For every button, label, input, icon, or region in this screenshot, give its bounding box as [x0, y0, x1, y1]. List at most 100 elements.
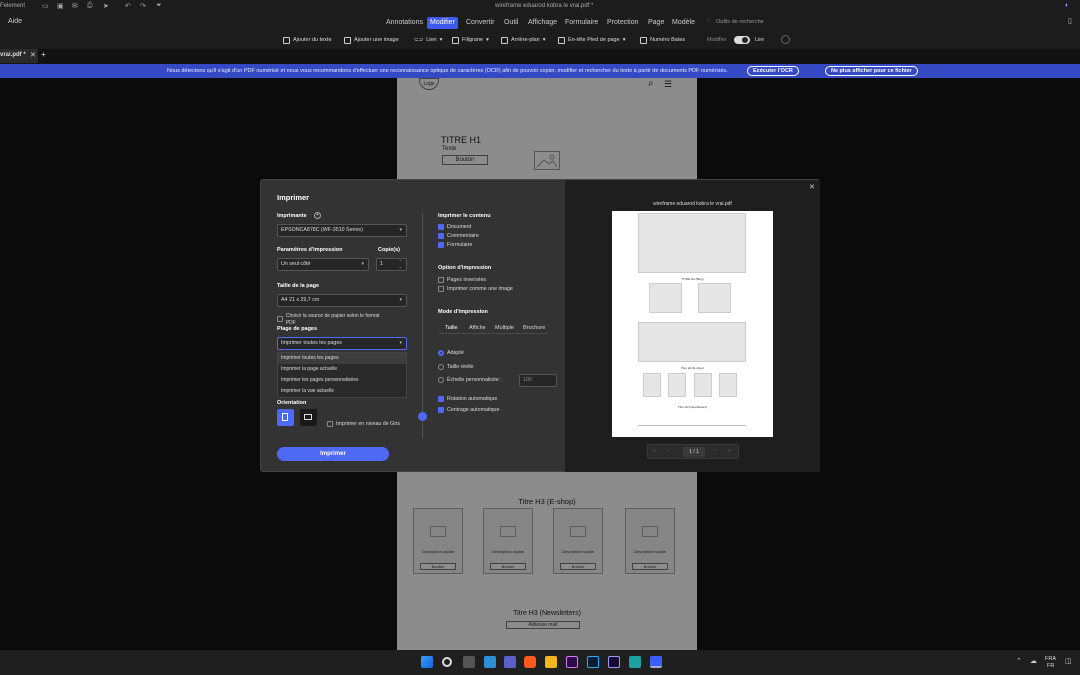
device-icon[interactable]: ▯ — [1068, 17, 1072, 25]
reverse-pages-checkbox[interactable]: Pages inversées — [438, 277, 486, 283]
background-button[interactable]: Arrière-plan ▾ — [501, 35, 546, 45]
grayscale-checkbox[interactable]: Imprimer en niveau de Gris — [327, 421, 400, 427]
checkbox-icon — [438, 286, 444, 292]
help-menu[interactable]: Aide — [8, 18, 22, 25]
chevron-up-icon[interactable]: ⌃ — [1016, 657, 1022, 665]
auto-rotate-checkbox[interactable]: Rotation automatique — [438, 396, 497, 402]
language-bottom[interactable]: FR — [1047, 663, 1054, 669]
dropdown-option[interactable]: Imprimer les pages personnalisées — [278, 375, 406, 386]
app-name: Felement — [0, 3, 26, 9]
form-checkbox[interactable]: Formulaire — [438, 242, 472, 248]
search-tools[interactable]: Outils de recherche — [716, 19, 764, 25]
language-top[interactable]: FRA — [1045, 656, 1056, 662]
tab-taille[interactable]: Taille — [445, 325, 458, 331]
task-view-icon[interactable] — [463, 656, 475, 668]
watermark-button[interactable]: Filigrane ▾ — [452, 35, 489, 45]
settings-circle-icon[interactable] — [781, 35, 790, 44]
checkbox-checked-icon — [438, 224, 444, 230]
fit-radio[interactable]: Adapté — [438, 350, 464, 356]
print-button[interactable]: Imprimer — [277, 447, 389, 461]
menu-modele[interactable]: Modèle — [669, 17, 698, 29]
bates-number-button[interactable]: Numéro Bates — [640, 35, 685, 45]
landscape-button[interactable] — [300, 409, 317, 426]
pdfelement-icon[interactable] — [650, 656, 662, 668]
menu-convertir[interactable]: Convertir — [463, 17, 497, 29]
file-explorer-icon[interactable] — [545, 656, 557, 668]
preview-product-card — [668, 373, 686, 397]
scroll-handle[interactable] — [418, 412, 427, 421]
premiere-pro-icon[interactable] — [566, 656, 578, 668]
menu-modifier[interactable]: Modifier — [427, 17, 458, 29]
close-tab-icon[interactable]: ✕ — [30, 51, 36, 59]
save-icon[interactable]: ▣ — [57, 2, 64, 10]
taskbar: ⌃ ☁ FRA FR ◫ — [0, 650, 1080, 675]
tab-brochure[interactable]: Brochure — [523, 325, 545, 331]
page-range-select[interactable]: Imprimer toutes les pages ▾ — [277, 337, 407, 350]
menu-annotations[interactable]: Annotations — [383, 17, 426, 29]
first-page-icon[interactable]: « — [653, 448, 656, 454]
menu-protection[interactable]: Protection — [604, 17, 642, 29]
network-icon[interactable]: ◫ — [1065, 657, 1072, 665]
add-printer-icon[interactable]: + — [314, 212, 321, 219]
auto-center-checkbox[interactable]: Centrage automatique — [438, 407, 499, 413]
brave-browser-icon[interactable] — [524, 656, 536, 668]
dropdown-option[interactable]: Imprimer la vue actuelle — [278, 386, 406, 397]
new-tab-icon[interactable]: + — [41, 50, 46, 59]
add-image-label: Ajouter une image — [354, 37, 399, 43]
search-icon[interactable] — [442, 657, 452, 667]
document-checkbox[interactable]: Document — [438, 224, 471, 230]
print-mode-label: Mode d'impression — [438, 309, 488, 315]
stepper-arrows-icon[interactable]: ⌃ ⌄ — [399, 259, 402, 269]
tab-affiche[interactable]: Affiche — [469, 325, 486, 331]
share-icon[interactable]: ➤ — [103, 2, 109, 10]
menu-page[interactable]: Page — [645, 17, 667, 29]
custom-scale-radio[interactable]: Échelle personnalisée : — [438, 377, 502, 383]
print-icon[interactable]: ⎙ — [87, 2, 93, 10]
comment-checkbox[interactable]: Commentaire — [438, 233, 479, 239]
dropdown-icon[interactable]: ⏷ — [156, 2, 162, 10]
copies-stepper[interactable]: 1 ⌃ ⌄ — [376, 258, 407, 271]
open-folder-icon[interactable]: ▭ — [42, 2, 49, 10]
widgets-icon[interactable] — [484, 656, 496, 668]
add-image-button[interactable]: Ajouter une image — [344, 35, 399, 45]
dropdown-option[interactable]: Imprimer la page actuelle — [278, 364, 406, 375]
menu-formulaire[interactable]: Formulaire — [562, 17, 601, 29]
link-button[interactable]: ⊂⊃ Lien ▾ — [414, 35, 442, 45]
text-icon — [283, 36, 290, 44]
scale-input[interactable]: 100 — [519, 374, 557, 387]
download-app-icon[interactable] — [629, 656, 641, 668]
add-text-button[interactable]: Ajouter du texte — [283, 35, 332, 45]
run-ocr-button[interactable]: Exécuter l'OCR — [747, 66, 799, 76]
windows-start-icon[interactable] — [421, 656, 433, 668]
bulb-icon: ◌ — [707, 18, 711, 24]
next-page-icon[interactable]: › — [714, 448, 716, 454]
dropdown-option[interactable]: Imprimer toutes les pages — [278, 353, 406, 364]
last-page-icon[interactable]: » — [728, 448, 731, 454]
printer-select[interactable]: EPSONCA878C (WF-3510 Series) ▾ — [277, 224, 407, 237]
teams-icon[interactable] — [504, 656, 516, 668]
moon-icon[interactable]: ◐ — [1065, 2, 1069, 9]
bates-label: Numéro Bates — [650, 37, 686, 43]
portrait-button[interactable] — [277, 409, 294, 426]
undo-icon[interactable]: ↶ — [125, 2, 131, 10]
actual-size-radio[interactable]: Taille réelle — [438, 364, 474, 370]
print-as-image-checkbox[interactable]: Imprimer comme une image — [438, 286, 513, 292]
header-footer-button[interactable]: En-tête Pied de page ▾ — [558, 35, 625, 45]
menu-affichage[interactable]: Affichage — [525, 17, 560, 29]
mode-toggle[interactable] — [734, 36, 750, 44]
mail-icon[interactable]: ✉ — [72, 2, 78, 10]
paper-source-checkbox[interactable]: Choisir la source de papier selon le for… — [277, 313, 387, 326]
close-icon[interactable]: ✕ — [809, 183, 815, 191]
page-size-select[interactable]: A4 21 x 29,7 cm ▾ — [277, 294, 407, 307]
photoshop-icon[interactable] — [587, 656, 599, 668]
prev-page-icon[interactable]: ‹ — [667, 448, 669, 454]
menu-outil[interactable]: Outil — [501, 17, 521, 29]
cloud-icon[interactable]: ☁ — [1030, 657, 1037, 665]
redo-icon[interactable]: ↷ — [140, 2, 146, 10]
tab-multiple[interactable]: Multiple — [495, 325, 514, 331]
modify-mode-label: Modifier — [707, 37, 727, 43]
page-indicator[interactable]: 1 / 1 — [683, 447, 705, 457]
after-effects-icon[interactable] — [608, 656, 620, 668]
print-params-select[interactable]: Un seul côté ▾ — [277, 258, 369, 271]
dismiss-ocr-button[interactable]: Ne plus afficher pour ce fichier — [825, 66, 918, 76]
